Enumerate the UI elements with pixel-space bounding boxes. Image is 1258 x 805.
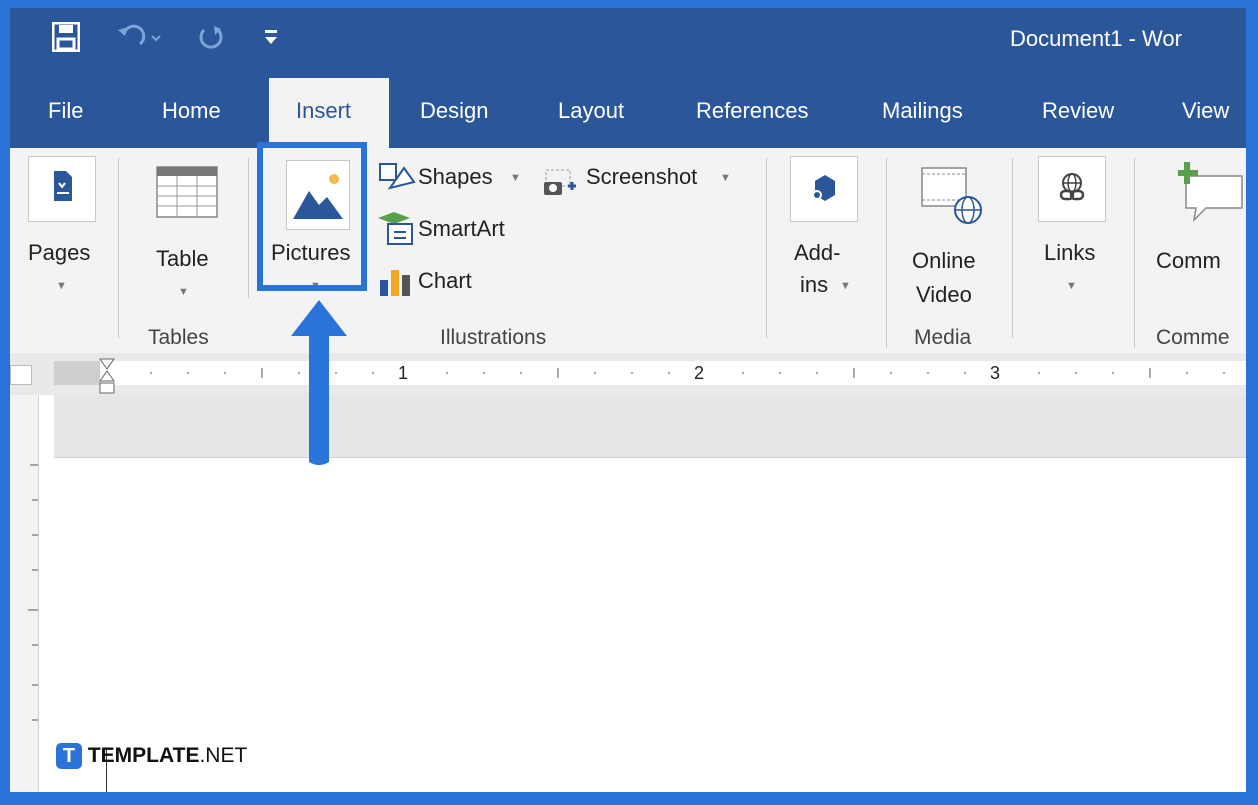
add-ins-dropdown-icon[interactable]: ▼ bbox=[840, 280, 851, 292]
shapes-icon[interactable] bbox=[376, 160, 416, 199]
chart-icon[interactable] bbox=[378, 266, 412, 301]
vertical-ruler[interactable] bbox=[10, 395, 39, 792]
pictures-highlight-box bbox=[257, 142, 367, 291]
shapes-button[interactable]: Shapes bbox=[418, 164, 493, 190]
online-video-label-line2: Video bbox=[916, 282, 972, 307]
watermark-logo-icon: T bbox=[56, 743, 82, 769]
document-canvas bbox=[10, 395, 1246, 792]
screenshot-dropdown-icon[interactable]: ▼ bbox=[720, 172, 731, 184]
add-ins-icon[interactable] bbox=[790, 156, 858, 222]
tab-selector[interactable] bbox=[10, 365, 32, 385]
tab-mailings[interactable]: Mailings bbox=[882, 98, 963, 124]
watermark-brand: TEMPLATE bbox=[87, 744, 200, 767]
chart-button[interactable]: Chart bbox=[418, 268, 472, 294]
ruler-number: 2 bbox=[694, 363, 705, 383]
new-comment-icon[interactable] bbox=[1176, 160, 1246, 229]
customize-quick-access-icon[interactable] bbox=[264, 28, 278, 51]
ruler-number: 1 bbox=[398, 363, 409, 383]
ribbon-separator bbox=[1134, 158, 1135, 348]
ribbon-separator bbox=[118, 158, 119, 338]
tab-file[interactable]: File bbox=[48, 98, 83, 124]
table-icon[interactable] bbox=[156, 166, 218, 223]
ruler-strip bbox=[54, 361, 1246, 385]
pages-icon[interactable] bbox=[28, 156, 96, 222]
links-dropdown-icon[interactable]: ▼ bbox=[1066, 280, 1077, 292]
group-label-comments: Comme bbox=[1156, 326, 1230, 349]
tab-layout[interactable]: Layout bbox=[558, 98, 624, 124]
pointer-arrow-icon bbox=[289, 300, 349, 475]
smartart-icon[interactable] bbox=[374, 210, 416, 253]
links-button[interactable]: Links bbox=[1044, 240, 1095, 266]
ribbon-separator bbox=[886, 158, 887, 348]
pages-button[interactable]: Pages bbox=[28, 240, 90, 266]
tab-view[interactable]: View bbox=[1182, 98, 1229, 124]
ribbon-insert: Pages ▼ Table ▼ Tables Pictures ▼ Shapes… bbox=[10, 148, 1246, 353]
table-dropdown-icon[interactable]: ▼ bbox=[178, 286, 189, 298]
online-video-icon[interactable] bbox=[920, 166, 986, 231]
pages-dropdown-icon[interactable]: ▼ bbox=[56, 280, 67, 292]
title-bar: Document1 - Wor bbox=[10, 8, 1246, 78]
tab-design[interactable]: Design bbox=[420, 98, 488, 124]
horizontal-ruler[interactable]: 1 2 3 bbox=[10, 353, 1246, 395]
redo-icon[interactable] bbox=[196, 24, 226, 57]
tab-insert[interactable]: Insert bbox=[269, 78, 389, 148]
screenshot-button[interactable]: Screenshot bbox=[586, 164, 697, 190]
tab-insert-label: Insert bbox=[296, 98, 352, 123]
online-video-button[interactable]: Online bbox=[912, 248, 976, 274]
indent-marker-icon[interactable] bbox=[98, 357, 116, 400]
ribbon-separator bbox=[766, 158, 767, 338]
shapes-dropdown-icon[interactable]: ▼ bbox=[510, 172, 521, 184]
new-comment-button[interactable]: Comm bbox=[1156, 248, 1221, 274]
tab-references[interactable]: References bbox=[696, 98, 809, 124]
add-ins-label-line2: ins bbox=[800, 272, 829, 297]
ribbon-separator bbox=[248, 158, 249, 298]
tab-home[interactable]: Home bbox=[162, 98, 221, 124]
screenshot-icon[interactable] bbox=[540, 166, 584, 203]
watermark-suffix: .NET bbox=[199, 744, 248, 767]
ruler-number: 3 bbox=[990, 363, 1001, 383]
group-label-tables: Tables bbox=[148, 326, 209, 349]
undo-icon[interactable] bbox=[114, 24, 164, 55]
document-page[interactable] bbox=[54, 457, 1246, 792]
ribbon-separator bbox=[1012, 158, 1013, 338]
group-label-media: Media bbox=[914, 326, 972, 349]
links-icon[interactable] bbox=[1038, 156, 1106, 222]
window-title: Document1 - Wor bbox=[1010, 26, 1182, 51]
group-label-illustrations: Illustrations bbox=[440, 326, 547, 349]
ribbon-tabs: File Home Insert Design Layout Reference… bbox=[10, 78, 1246, 148]
ruler-ticks bbox=[54, 361, 1225, 385]
tab-review[interactable]: Review bbox=[1042, 98, 1114, 124]
template-net-watermark: T TEMPLATE.NET bbox=[56, 743, 247, 769]
save-icon[interactable] bbox=[51, 21, 81, 57]
add-ins-button[interactable]: Add- bbox=[794, 240, 840, 266]
smartart-button[interactable]: SmartArt bbox=[418, 216, 505, 242]
word-window: Document1 - Wor File Home Insert Design … bbox=[10, 8, 1246, 792]
table-button[interactable]: Table bbox=[156, 246, 209, 272]
page-gap bbox=[54, 395, 1246, 457]
